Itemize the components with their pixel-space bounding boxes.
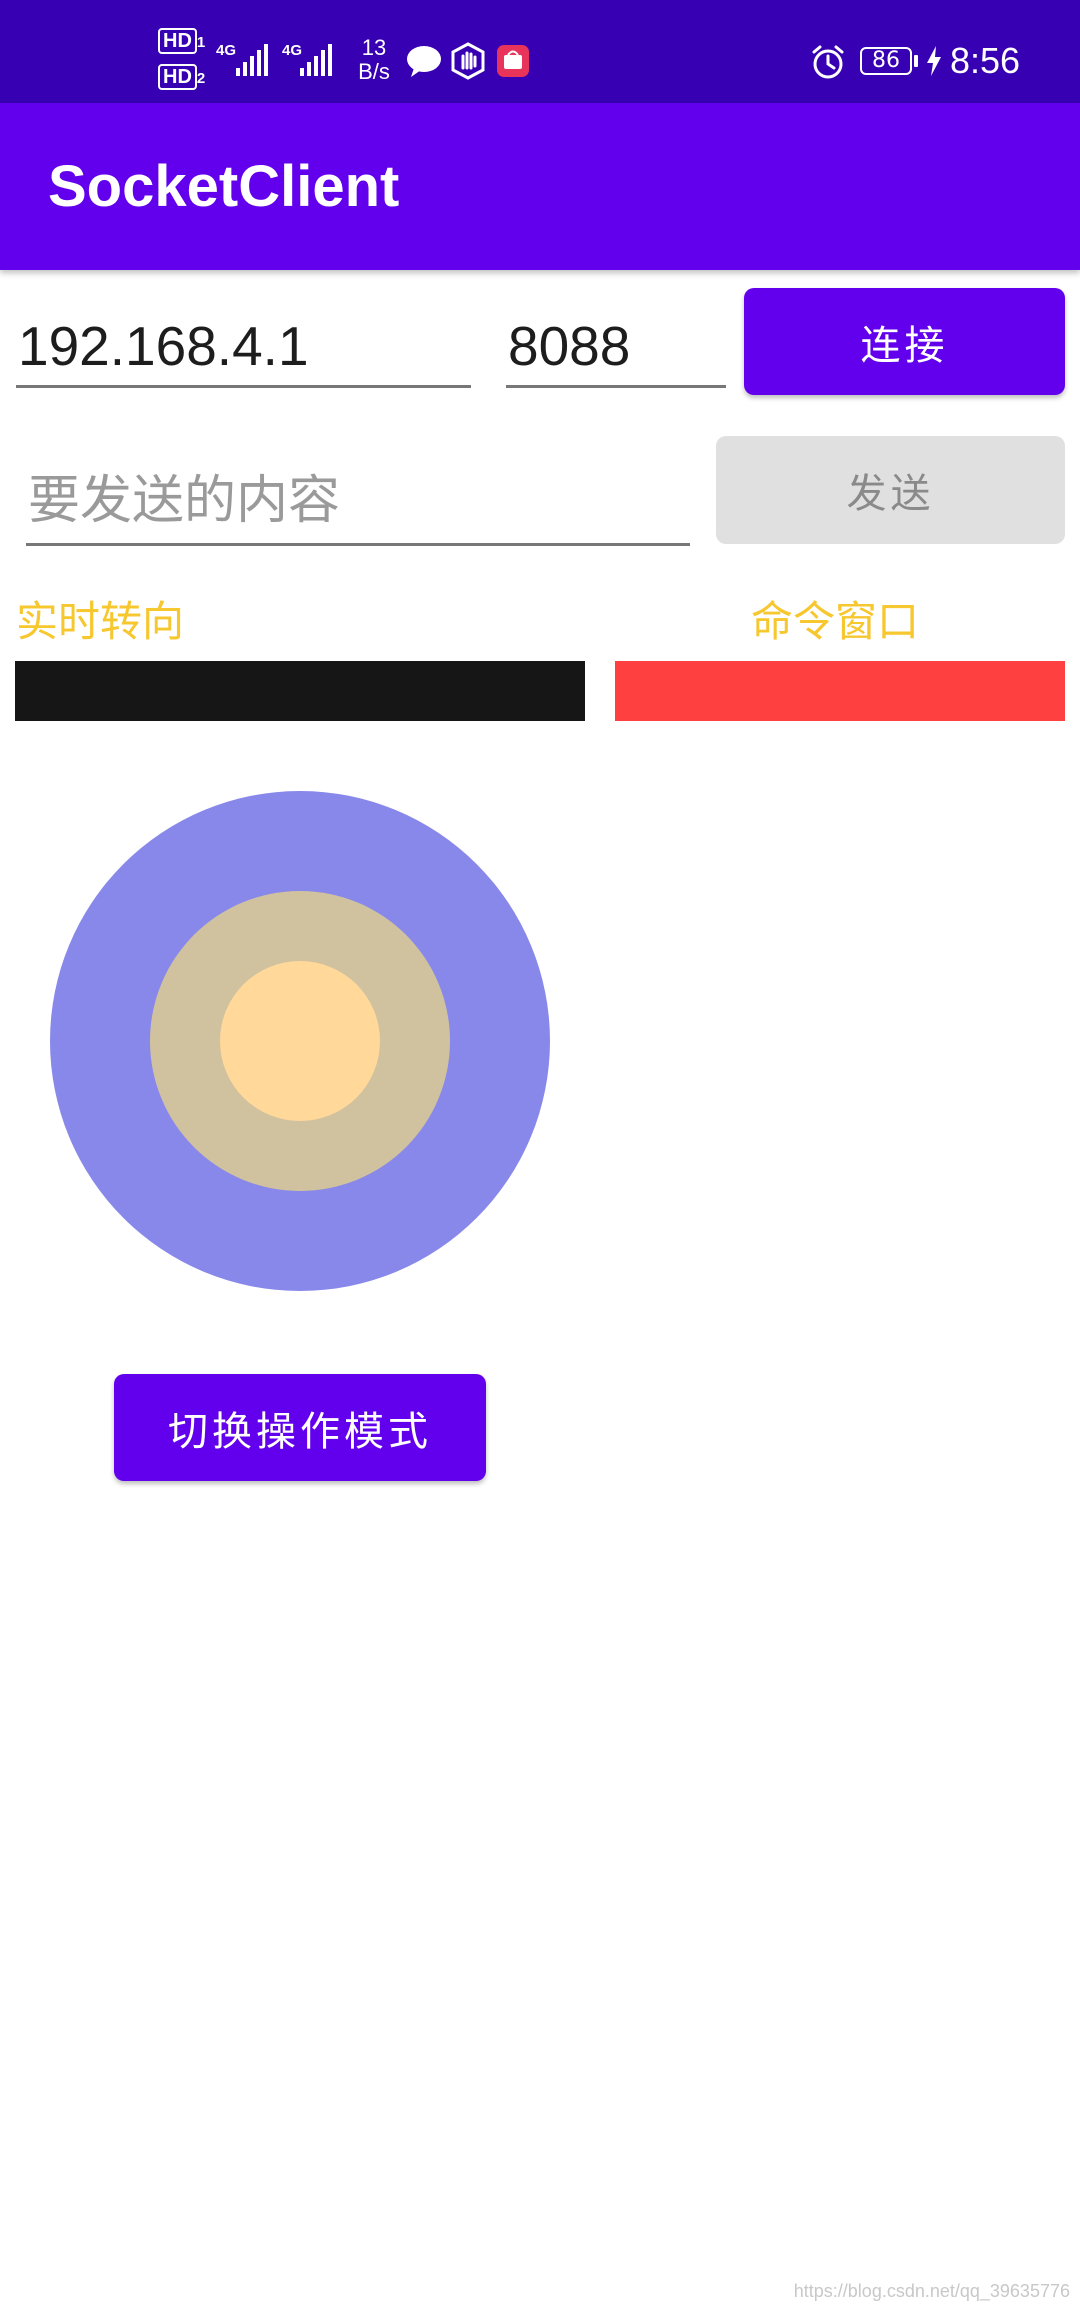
- battery-tip: [914, 55, 918, 67]
- joystick-knob[interactable]: [220, 961, 380, 1121]
- charging-icon: [926, 46, 942, 81]
- network-type-1: 4G: [216, 42, 237, 59]
- hand-shield-icon: [450, 42, 486, 85]
- speed-unit: B/s: [358, 59, 390, 84]
- speed-value: 13: [361, 35, 387, 60]
- network-speed: 13 B/s: [352, 36, 396, 84]
- app-notification-icon: [496, 44, 530, 83]
- connect-button[interactable]: 连接: [744, 288, 1065, 395]
- ip-address-input[interactable]: [16, 306, 471, 388]
- switch-mode-button[interactable]: 切换操作模式: [114, 1374, 486, 1481]
- message-input[interactable]: [26, 458, 690, 546]
- clock-time: 8:56: [950, 40, 1021, 81]
- status-bar: HD 1 HD 2 4G 4G 13 B/s 86 8:56: [0, 0, 1080, 103]
- hd1-indicator: HD 1: [158, 28, 206, 54]
- command-display-bar: [615, 661, 1065, 721]
- alarm-icon: [810, 44, 846, 85]
- signal-bars-2-icon: [300, 44, 332, 76]
- direction-display-bar: [15, 661, 585, 721]
- realtime-direction-label: 实时转向: [16, 597, 185, 646]
- network-type-2: 4G: [282, 42, 303, 59]
- send-button[interactable]: 发送: [716, 436, 1065, 544]
- watermark: https://blog.csdn.net/qq_39635776: [793, 2281, 1070, 2301]
- hd1-label: HD: [158, 28, 197, 54]
- signal-bars-1-icon: [236, 44, 268, 76]
- port-input[interactable]: [506, 306, 726, 388]
- battery-indicator: 86: [860, 47, 912, 75]
- app-bar: SocketClient: [0, 103, 1080, 270]
- message-icon: [406, 44, 442, 83]
- command-window-label: 命令窗口: [751, 597, 920, 646]
- hd2-label: HD: [158, 64, 197, 90]
- app-title: SocketClient: [48, 154, 400, 219]
- hd2-sub: 2: [196, 70, 206, 87]
- hd1-sub: 1: [196, 34, 206, 51]
- hd2-indicator: HD 2: [158, 64, 206, 90]
